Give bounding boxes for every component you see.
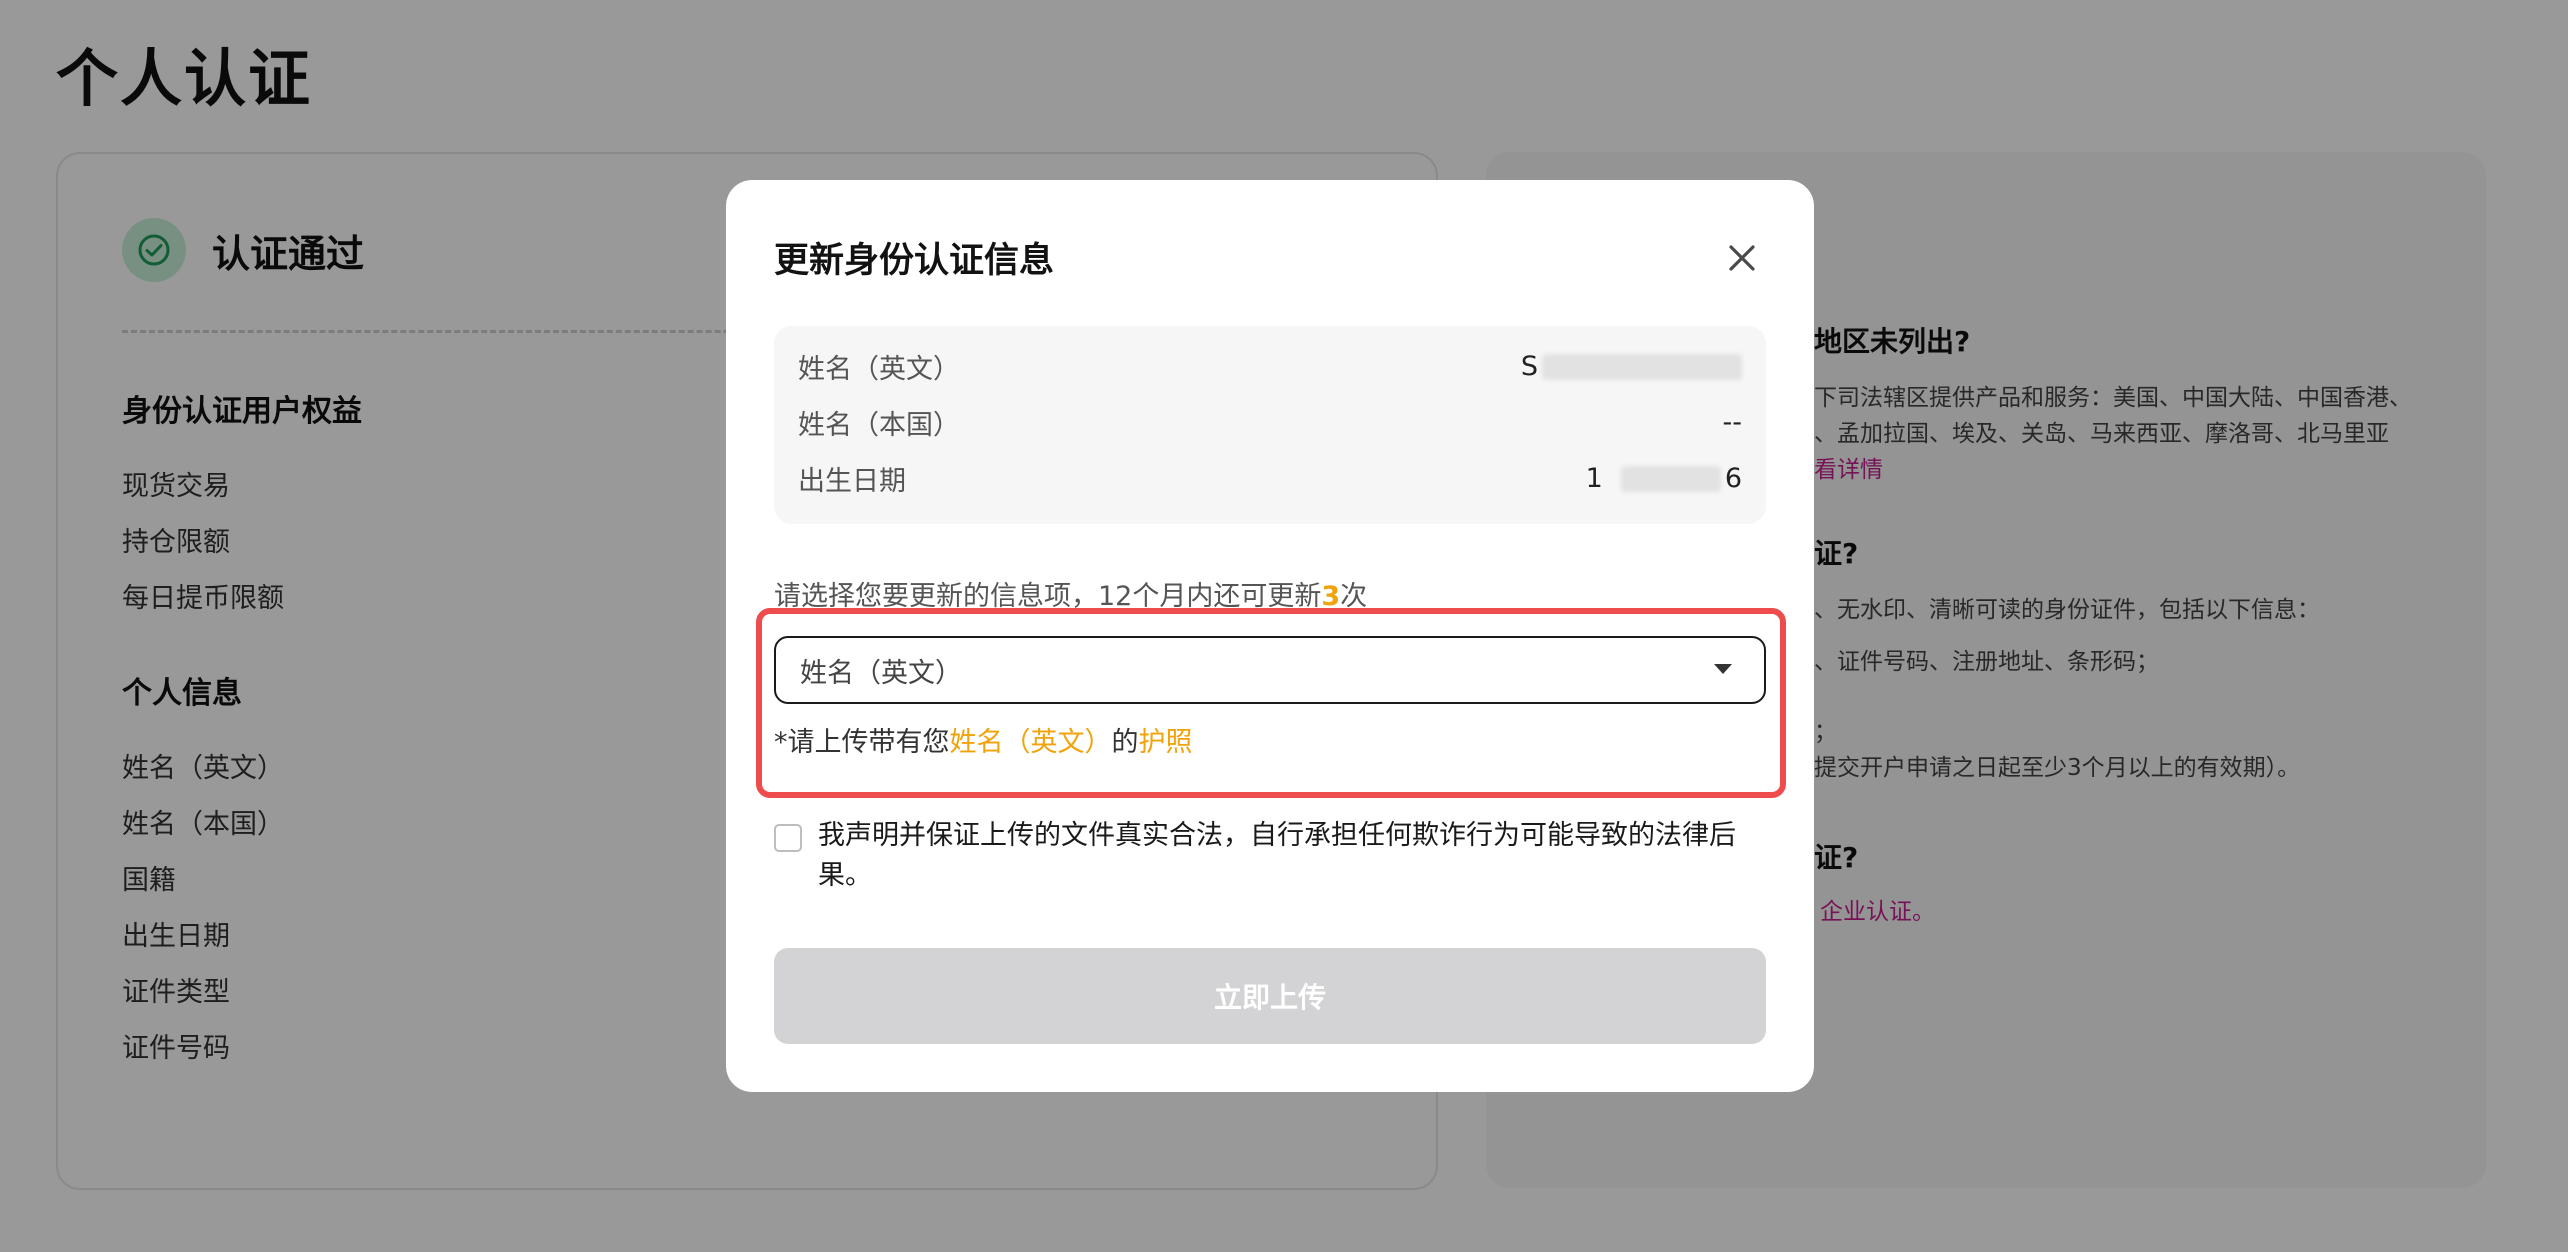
info-label: 姓名（本国） — [798, 409, 960, 441]
upload-note: *请上传带有您姓名（英文）的护照 — [774, 727, 1193, 758]
declaration-text: 我声明并保证上传的文件真实合法，自行承担任何欺诈行为可能导致的法律后果。 — [818, 820, 1736, 891]
select-value: 姓名（英文） — [800, 657, 962, 689]
upload-now-button[interactable]: 立即上传 — [774, 948, 1766, 1044]
close-icon — [1729, 245, 1755, 271]
modal-title: 更新身份认证信息 — [774, 241, 1055, 281]
info-label: 出生日期 — [798, 465, 906, 497]
close-button[interactable] — [1718, 234, 1766, 282]
declaration-checkbox[interactable] — [774, 824, 802, 852]
info-row: 姓名（本国） -- — [798, 402, 1742, 442]
info-value: 16 — [1585, 462, 1742, 494]
current-info-box: 姓名（英文） S 姓名（本国） -- 出生日期 16 — [774, 326, 1766, 524]
info-value: -- — [1722, 406, 1743, 438]
update-identity-modal: 更新身份认证信息 姓名（英文） S 姓名（本国） -- 出生日期 16 请选择您… — [726, 180, 1814, 1092]
info-item-select[interactable]: 姓名（英文） — [774, 636, 1766, 704]
caret-down-icon — [1714, 664, 1732, 674]
info-row: 出生日期 16 — [798, 458, 1742, 498]
info-label: 姓名（英文） — [798, 353, 960, 385]
info-row: 姓名（英文） S — [798, 346, 1742, 386]
info-value: S — [1521, 351, 1742, 382]
